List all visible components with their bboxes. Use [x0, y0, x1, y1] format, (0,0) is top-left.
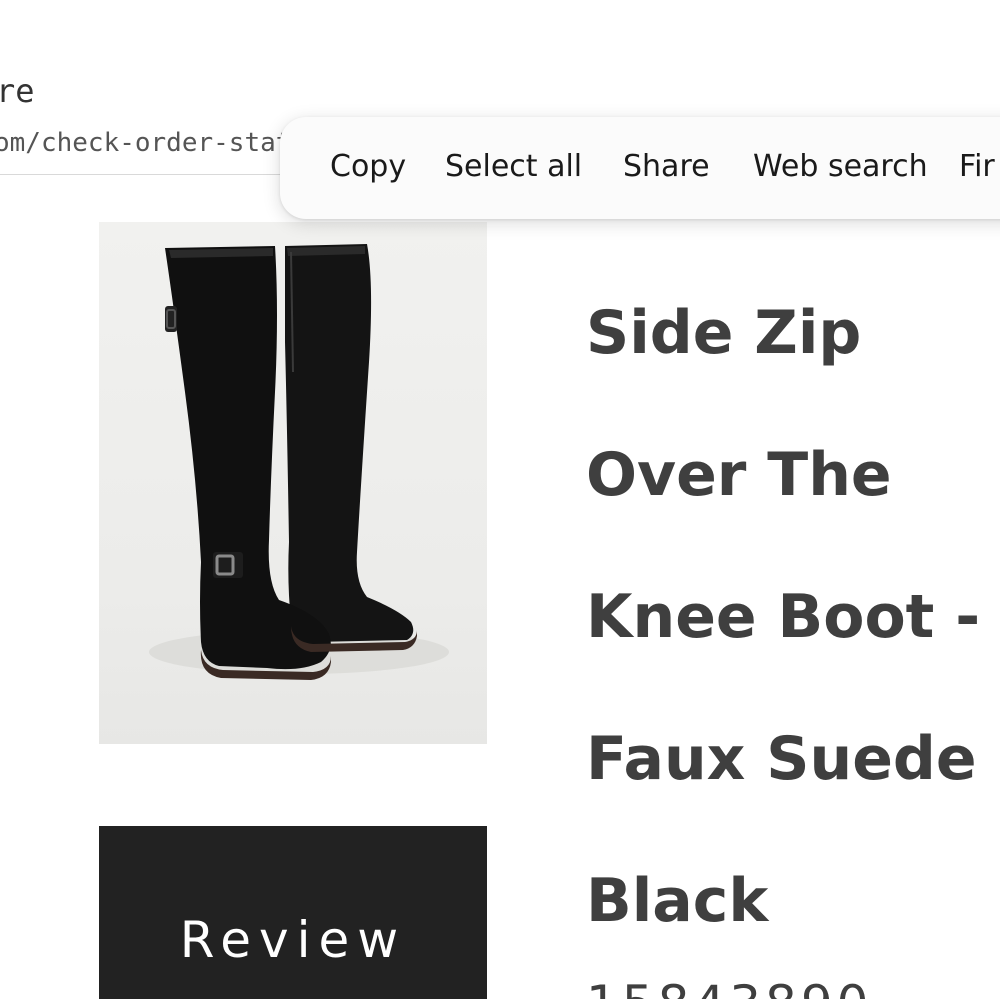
product-title-line: Knee Boot - — [586, 582, 981, 652]
review-button[interactable]: Review — [99, 826, 487, 999]
browser-url[interactable]: om/check-order-stat — [0, 128, 291, 158]
product-title-line: Side Zip — [586, 298, 862, 368]
text-selection-toolbar: Copy Select all Share Web search Fir — [280, 117, 1000, 219]
page: re om/check-order-stat Side Zip Over The… — [0, 0, 1000, 999]
product-title: Side Zip Over The Knee Boot - Faux Suede… — [586, 262, 1000, 972]
find-button[interactable]: Fir — [959, 147, 995, 187]
item-number: 15843890 — [586, 975, 873, 999]
share-button[interactable]: Share — [623, 147, 710, 187]
product-title-line: Black — [586, 866, 769, 936]
product-title-line: Faux Suede — [586, 724, 977, 794]
copy-button[interactable]: Copy — [330, 147, 406, 187]
web-search-button[interactable]: Web search — [753, 147, 928, 187]
header-divider — [0, 174, 300, 175]
product-image[interactable] — [99, 222, 487, 744]
boots-icon — [149, 244, 449, 680]
select-all-button[interactable]: Select all — [445, 147, 582, 187]
browser-page-title: re — [0, 72, 35, 110]
review-button-label: Review — [179, 911, 407, 969]
product-title-line: Over The — [586, 440, 892, 510]
